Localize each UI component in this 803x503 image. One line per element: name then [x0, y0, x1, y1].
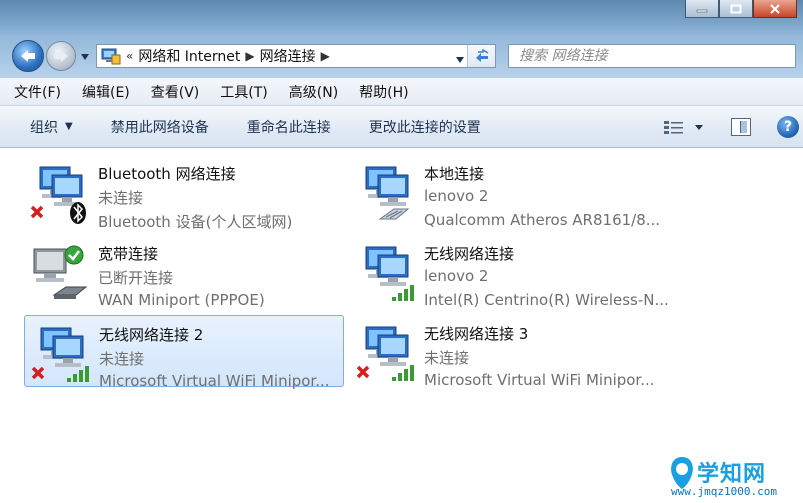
recent-pages-button[interactable]	[80, 50, 90, 65]
close-icon	[770, 3, 780, 14]
arrow-right-icon	[54, 50, 68, 62]
navigation-bar: « 网络和 Internet ▶ 网络连接 ▶	[0, 36, 803, 78]
wireless-network-icon	[356, 326, 414, 381]
rename-connection-button[interactable]: 重命名此连接	[247, 117, 331, 137]
forward-button[interactable]	[46, 41, 76, 71]
connection-item-broadband[interactable]: 宽带连接 已断开连接 WAN Miniport (PPPOE)	[24, 235, 344, 309]
caption-buttons	[685, 0, 797, 18]
connection-device: Qualcomm Atheros AR8161/8...	[424, 211, 661, 229]
wireless-network-icon	[31, 327, 89, 382]
minimize-button[interactable]	[685, 0, 719, 18]
connection-name: Bluetooth 网络连接	[98, 165, 236, 183]
connection-device: WAN Miniport (PPPOE)	[98, 291, 265, 309]
connection-name: 无线网络连接	[424, 245, 515, 263]
arrow-left-icon	[21, 50, 35, 62]
refresh-button[interactable]	[467, 45, 495, 67]
connection-item-wireless-3[interactable]: 无线网络连接 3 未连接 Microsoft Virtual WiFi Mini…	[350, 315, 670, 389]
disable-device-button[interactable]: 禁用此网络设备	[111, 117, 209, 137]
preview-pane-button[interactable]	[731, 118, 751, 136]
maximize-icon	[730, 4, 742, 13]
change-settings-button[interactable]: 更改此连接的设置	[369, 117, 481, 137]
connection-status: 未连接	[99, 350, 145, 368]
connection-item-bluetooth[interactable]: Bluetooth 网络连接 未连接 Bluetooth 设备(个人区域网)	[24, 155, 344, 231]
watermark-brand: 学知网	[697, 462, 767, 487]
connection-device: Intel(R) Centrino(R) Wireless-N...	[424, 291, 669, 309]
help-icon: ?	[783, 119, 793, 135]
back-button[interactable]	[12, 40, 44, 72]
refresh-icon	[475, 49, 488, 62]
breadcrumb-separator-icon[interactable]: ▶	[245, 49, 254, 63]
broadband-network-icon	[33, 245, 88, 299]
address-bar[interactable]: « 网络和 Internet ▶ 网络连接 ▶	[96, 44, 496, 68]
organize-label: 组织	[30, 119, 58, 136]
ethernet-network-icon	[365, 166, 410, 220]
connection-item-wireless-2[interactable]: 无线网络连接 2 未连接 Microsoft Virtual WiFi Mini…	[24, 315, 344, 390]
watermark-url: www.jmqz1000.com	[671, 485, 777, 498]
view-controls: ?	[663, 106, 803, 148]
breadcrumb-separator-icon[interactable]: ▶	[321, 49, 330, 63]
view-list-icon	[664, 121, 683, 134]
menu-tools[interactable]: 工具(T)	[220, 82, 267, 102]
breadcrumb-overflow[interactable]: «	[126, 49, 133, 63]
menu-bar: 文件(F) 编辑(E) 查看(V) 工具(T) 高级(N) 帮助(H)	[0, 78, 803, 106]
chevron-down-icon	[695, 125, 703, 130]
menu-edit[interactable]: 编辑(E)	[82, 82, 130, 102]
breadcrumb-network-connections[interactable]: 网络连接	[260, 46, 316, 66]
address-dropdown-button[interactable]	[455, 52, 465, 68]
connection-device: Microsoft Virtual WiFi Minipor...	[99, 372, 330, 390]
organize-button[interactable]: 组织 ▼	[30, 117, 73, 137]
bluetooth-network-icon	[30, 166, 86, 224]
search-input[interactable]	[519, 48, 769, 64]
chevron-down-icon	[456, 57, 464, 63]
connection-status: 已断开连接	[98, 269, 174, 287]
connections-list: Bluetooth 网络连接 未连接 Bluetooth 设备(个人区域网) 本…	[0, 149, 803, 503]
window-title-bar	[0, 0, 803, 36]
connection-item-wireless[interactable]: 无线网络连接 lenovo 2 Intel(R) Centrino(R) Wir…	[350, 235, 670, 309]
connection-status: lenovo 2	[424, 187, 489, 205]
menu-view[interactable]: 查看(V)	[151, 82, 200, 102]
control-panel-icon	[101, 48, 121, 65]
command-bar: 组织 ▼ 禁用此网络设备 重命名此连接 更改此连接的设置 ?	[0, 106, 803, 148]
connection-name: 本地连接	[424, 165, 485, 183]
connection-name: 无线网络连接 3	[424, 325, 529, 343]
maximize-button[interactable]	[719, 0, 753, 18]
search-box[interactable]	[508, 44, 796, 68]
menu-advanced[interactable]: 高级(N)	[289, 82, 338, 102]
connection-device: Bluetooth 设备(个人区域网)	[98, 213, 293, 231]
connection-status: 未连接	[424, 349, 470, 367]
breadcrumb-network-internet[interactable]: 网络和 Internet	[138, 46, 240, 66]
minimize-icon	[696, 9, 708, 12]
close-button[interactable]	[753, 0, 797, 18]
wireless-network-icon	[365, 246, 414, 301]
menu-file[interactable]: 文件(F)	[14, 82, 61, 102]
connection-name: 无线网络连接 2	[99, 326, 204, 344]
help-button[interactable]: ?	[777, 116, 799, 138]
connection-status: 未连接	[98, 189, 144, 207]
connection-item-local[interactable]: 本地连接 lenovo 2 Qualcomm Atheros AR8161/8.…	[350, 155, 670, 229]
connection-device: Microsoft Virtual WiFi Minipor...	[424, 371, 655, 389]
chevron-down-icon: ▼	[65, 121, 73, 132]
watermark: 学知网 www.jmqz1000.com	[667, 455, 797, 499]
connection-status: lenovo 2	[424, 267, 489, 285]
change-view-button[interactable]	[663, 119, 705, 135]
menu-help[interactable]: 帮助(H)	[359, 82, 408, 102]
chevron-down-icon	[81, 54, 89, 60]
connection-name: 宽带连接	[98, 245, 159, 263]
